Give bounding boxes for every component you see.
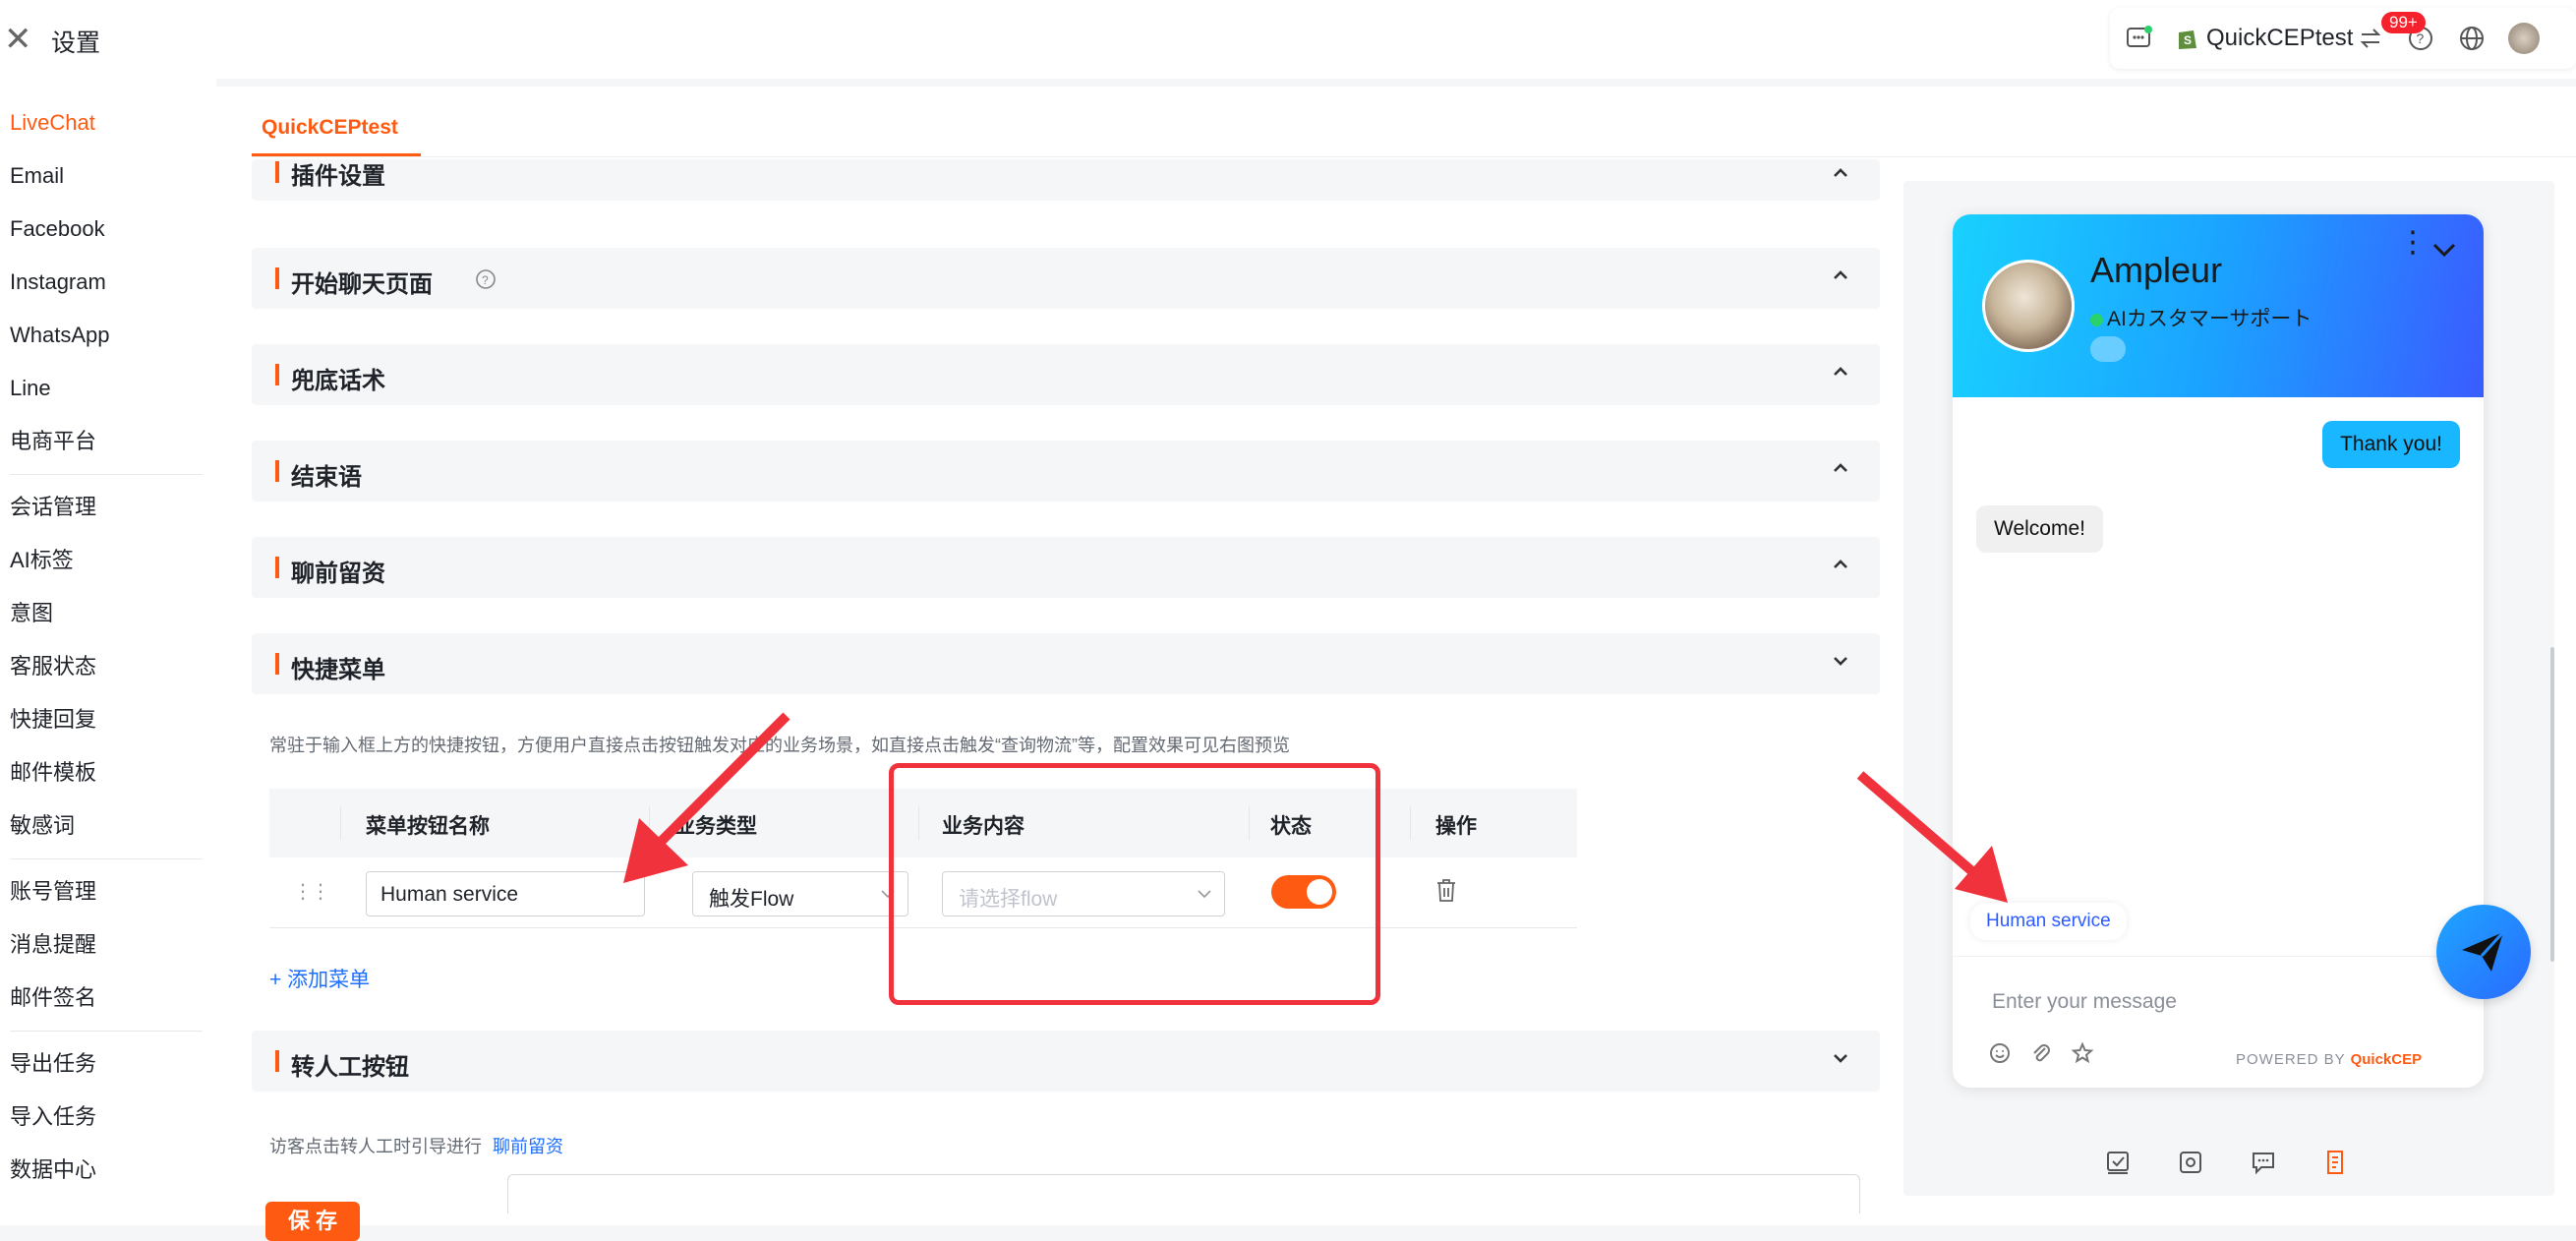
arrow-annotation-left	[623, 712, 790, 883]
annotation-arrows	[623, 712, 2008, 903]
arrow-annotation-right	[1856, 771, 2008, 903]
